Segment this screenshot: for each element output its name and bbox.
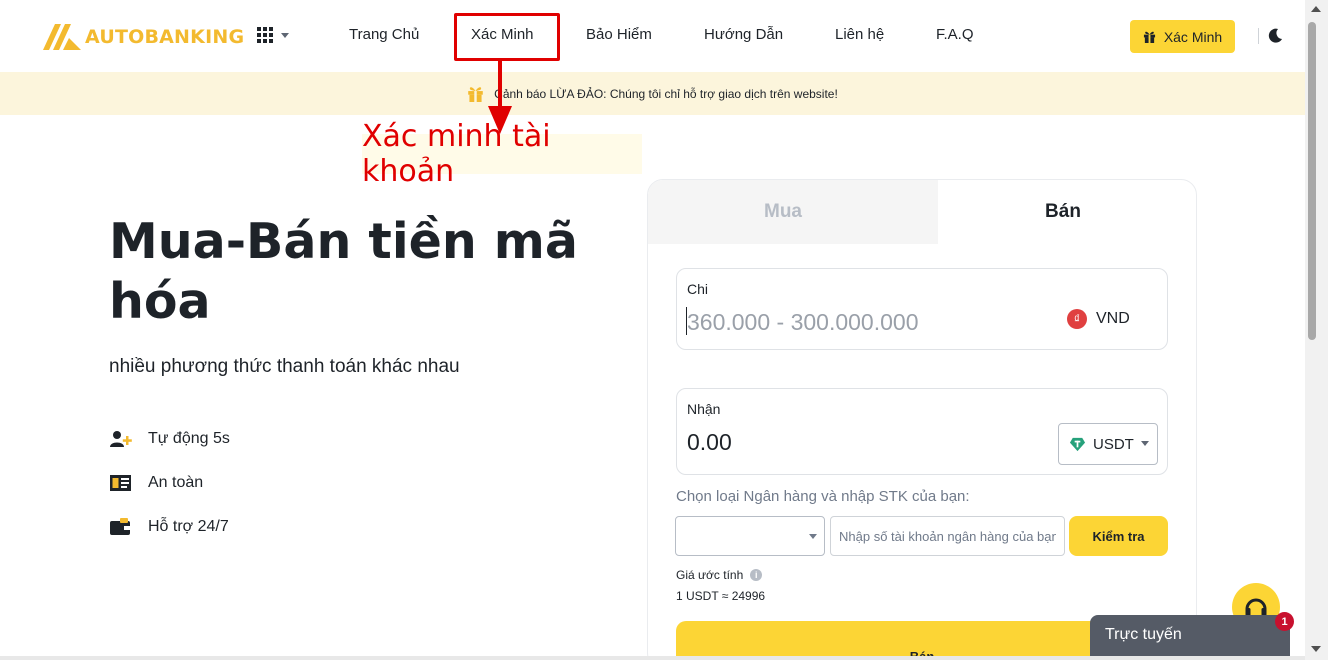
spend-input[interactable]: 360.000 - 300.000.000 bbox=[687, 309, 918, 336]
spend-label: Chi bbox=[687, 281, 709, 297]
spend-field[interactable]: Chi 360.000 - 300.000.000 ₫ VND bbox=[676, 268, 1168, 350]
spend-currency: ₫ VND bbox=[1067, 309, 1130, 329]
brand-name: AUTOBANKING bbox=[85, 26, 245, 48]
vertical-scrollbar[interactable] bbox=[1305, 0, 1328, 660]
horizontal-scrollbar[interactable] bbox=[0, 656, 1305, 660]
annotation-label: Xác minh tài khoản bbox=[362, 119, 642, 189]
brand-logo[interactable]: AUTOBANKING bbox=[43, 24, 244, 50]
scroll-thumb[interactable] bbox=[1308, 22, 1316, 340]
autobanking-logo-icon bbox=[43, 24, 81, 50]
feature-label: Tự động 5s bbox=[148, 430, 230, 447]
dong-icon: ₫ bbox=[1067, 309, 1087, 329]
user-plus-icon bbox=[110, 431, 132, 447]
receive-currency-select[interactable]: USDT bbox=[1058, 423, 1158, 465]
annotation-highlight-box bbox=[454, 13, 560, 61]
feature-secure: An toàn bbox=[110, 474, 203, 492]
check-button[interactable]: Kiểm tra bbox=[1069, 516, 1168, 556]
account-number-input[interactable] bbox=[830, 516, 1065, 556]
nav-insurance[interactable]: Bảo Hiểm bbox=[586, 26, 652, 43]
feature-auto: Tự động 5s bbox=[110, 430, 230, 448]
tab-buy[interactable]: Mua bbox=[648, 180, 918, 244]
chevron-down-icon bbox=[809, 534, 817, 539]
apps-menu[interactable] bbox=[257, 27, 289, 43]
nav-guide[interactable]: Hướng Dẫn bbox=[704, 26, 783, 43]
banner-text: Cảnh báo LỪA ĐẢO: Chúng tôi chỉ hỗ trợ g… bbox=[494, 86, 838, 101]
live-chat-widget[interactable]: Trực tuyến bbox=[1090, 615, 1290, 660]
tether-icon bbox=[1069, 437, 1086, 451]
verify-button-label: Xác Minh bbox=[1163, 28, 1223, 45]
chevron-down-icon bbox=[1141, 441, 1149, 446]
wallet-icon bbox=[110, 518, 130, 535]
nav-contact[interactable]: Liên hệ bbox=[835, 26, 884, 43]
scroll-up-icon[interactable] bbox=[1311, 6, 1321, 12]
scam-warning-banner: Cảnh báo LỪA ĐẢO: Chúng tôi chỉ hỗ trợ g… bbox=[0, 72, 1305, 115]
bank-select[interactable] bbox=[675, 516, 825, 556]
id-card-icon bbox=[110, 475, 131, 491]
chevron-down-icon bbox=[281, 32, 289, 38]
dark-mode-moon-icon[interactable] bbox=[1266, 27, 1284, 45]
receive-label: Nhận bbox=[687, 401, 721, 417]
nav-faq[interactable]: F.A.Q bbox=[936, 26, 974, 43]
header-divider bbox=[1258, 28, 1259, 44]
feature-support: Hỗ trợ 24/7 bbox=[110, 518, 229, 536]
nav-home[interactable]: Trang Chủ bbox=[349, 26, 419, 43]
rate-label: Giá ước tính bbox=[676, 568, 744, 582]
gift-icon bbox=[1143, 31, 1155, 43]
info-icon[interactable]: i bbox=[750, 569, 763, 581]
scroll-down-icon[interactable] bbox=[1311, 646, 1321, 652]
bank-hint: Chọn loại Ngân hàng và nhập STK của bạn: bbox=[676, 488, 970, 505]
chat-label: Trực tuyến bbox=[1105, 626, 1182, 643]
receive-currency-label: USDT bbox=[1093, 435, 1134, 453]
gift-icon bbox=[468, 87, 483, 102]
grid-icon bbox=[257, 27, 273, 43]
rate-value: 1 USDT ≈ 24996 bbox=[676, 589, 766, 603]
text-cursor bbox=[686, 307, 687, 335]
chat-notification-badge: 1 bbox=[1275, 612, 1294, 631]
receive-value: 0.00 bbox=[687, 429, 732, 455]
receive-field: Nhận 0.00 USDT bbox=[676, 388, 1168, 475]
tab-sell[interactable]: Bán bbox=[938, 180, 1188, 244]
rate-label-row: Giá ước tính i bbox=[676, 568, 763, 582]
feature-label: Hỗ trợ 24/7 bbox=[148, 518, 229, 535]
top-header: AUTOBANKING Trang Chủ Xác Minh Bảo Hiểm … bbox=[0, 0, 1305, 72]
spend-currency-label: VND bbox=[1096, 310, 1130, 327]
verify-button[interactable]: Xác Minh bbox=[1130, 20, 1235, 53]
feature-label: An toàn bbox=[148, 474, 204, 491]
hero-subtitle: nhiều phương thức thanh toán khác nhau bbox=[109, 356, 460, 377]
hero-title: Mua-Bán tiền mã hóa bbox=[109, 213, 578, 330]
